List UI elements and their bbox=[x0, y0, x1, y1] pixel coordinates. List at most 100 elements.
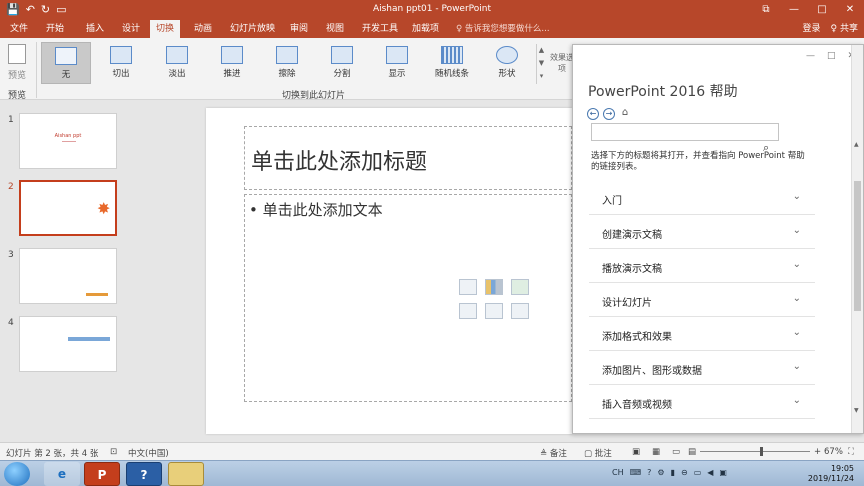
transition-push[interactable]: 推进 bbox=[207, 42, 257, 84]
tab-review[interactable]: 审阅 bbox=[284, 20, 314, 38]
slideshow-icon[interactable]: ▤ bbox=[688, 447, 696, 457]
help-tray-icon[interactable]: ? bbox=[647, 468, 651, 477]
help-topic-list: 入门 ⌄ 创建演示文稿 ⌄ 播放演示文稿 ⌄ 设计幻灯片 ⌄ 添加格式和效果 ⌄ 添加图片… bbox=[589, 181, 815, 419]
maximize-button[interactable]: □ bbox=[808, 0, 836, 20]
help-minimize-button[interactable]: — bbox=[806, 51, 815, 61]
scroll-down-icon[interactable]: ▼ bbox=[854, 407, 859, 414]
tab-transitions[interactable]: 切换 bbox=[150, 20, 181, 38]
network-icon[interactable]: ▮ bbox=[671, 468, 675, 477]
tab-animations[interactable]: 动画 bbox=[188, 20, 218, 38]
back-arrow-icon[interactable]: ← bbox=[587, 108, 599, 120]
chevron-down-icon: ⌄ bbox=[792, 191, 801, 202]
display-icon[interactable]: ▣ bbox=[719, 468, 727, 477]
transition-fade[interactable]: 淡出 bbox=[152, 42, 202, 84]
transition-random-bars[interactable]: 随机线条 bbox=[427, 42, 477, 84]
tab-addins[interactable]: 加载项 bbox=[406, 20, 445, 38]
slide-card[interactable]: Aishan ppt bbox=[19, 113, 117, 169]
file-explorer-icon[interactable] bbox=[168, 462, 204, 486]
zoom-slider[interactable] bbox=[700, 451, 810, 452]
help-topic-item[interactable]: 设计幻灯片 ⌄ bbox=[589, 283, 815, 317]
tab-design[interactable]: 设计 bbox=[116, 20, 146, 38]
keyboard-icon[interactable]: ⌨ bbox=[630, 468, 642, 477]
input-language-indicator[interactable]: CH bbox=[612, 468, 624, 477]
language-indicator[interactable]: 中文(中国) bbox=[128, 447, 169, 459]
help-search-input[interactable] bbox=[591, 123, 779, 141]
insert-picture-icon[interactable] bbox=[459, 303, 477, 319]
scroll-up-icon[interactable]: ▲ bbox=[854, 141, 859, 148]
transition-shape[interactable]: 形状 bbox=[482, 42, 532, 84]
volume-icon[interactable]: ◀ bbox=[707, 468, 713, 477]
tab-developer[interactable]: 开发工具 bbox=[356, 20, 404, 38]
transition-random-bars-icon bbox=[441, 46, 463, 64]
help-topic-item[interactable]: 播放演示文稿 ⌄ bbox=[589, 249, 815, 283]
reading-view-icon[interactable]: ▭ bbox=[672, 447, 680, 457]
help-taskbar-icon[interactable]: ? bbox=[126, 462, 162, 486]
internet-explorer-icon[interactable]: e bbox=[44, 462, 80, 486]
slide-canvas[interactable]: 单击此处添加标题 • 单击此处添加文本 bbox=[206, 108, 572, 434]
minimize-button[interactable]: — bbox=[780, 0, 808, 20]
insert-online-picture-icon[interactable] bbox=[485, 303, 503, 319]
insert-smartart-icon[interactable] bbox=[511, 279, 529, 295]
stop-icon[interactable]: ⊖ bbox=[681, 468, 688, 477]
help-topic-item[interactable]: 入门 ⌄ bbox=[589, 181, 815, 215]
spellcheck-icon[interactable]: ⊡ bbox=[110, 447, 117, 457]
transition-wipe[interactable]: 擦除 bbox=[262, 42, 312, 84]
transition-reveal-icon bbox=[386, 46, 408, 64]
powerpoint-taskbar-icon[interactable]: P bbox=[84, 462, 120, 486]
slide-card[interactable]: ✸ bbox=[19, 180, 117, 236]
preview-button[interactable]: 预览 bbox=[4, 44, 30, 81]
transition-cut[interactable]: 切出 bbox=[96, 42, 146, 84]
tab-file[interactable]: 文件 bbox=[4, 20, 34, 38]
help-topic-item[interactable]: 创建演示文稿 ⌄ bbox=[589, 215, 815, 249]
screen-icon[interactable]: ▭ bbox=[694, 468, 702, 477]
slide-thumbnail-2[interactable]: 2 ✸ bbox=[0, 180, 126, 240]
effect-options-button[interactable]: 效果选项 bbox=[550, 52, 574, 74]
content-placeholder[interactable]: • 单击此处添加文本 bbox=[244, 194, 572, 402]
ribbon-display-icon[interactable]: ⧉ bbox=[752, 0, 780, 20]
settings-tray-icon[interactable]: ⚙ bbox=[657, 468, 664, 477]
tab-home[interactable]: 开始 bbox=[40, 20, 70, 38]
help-maximize-button[interactable]: □ bbox=[827, 51, 836, 61]
tell-me-search[interactable]: ♀ 告诉我您想要做什么... bbox=[456, 20, 550, 38]
start-button[interactable] bbox=[4, 462, 30, 486]
transition-split[interactable]: 分割 bbox=[317, 42, 367, 84]
help-scrollbar[interactable]: ▲ ▼ bbox=[851, 45, 863, 433]
slide-sorter-icon[interactable]: ▦ bbox=[652, 447, 660, 457]
chevron-down-icon: ⌄ bbox=[792, 259, 801, 270]
home-icon[interactable]: ⌂ bbox=[619, 108, 631, 120]
fit-window-icon[interactable]: ⛶ bbox=[848, 447, 854, 457]
help-topic-item[interactable]: 添加格式和效果 ⌄ bbox=[589, 317, 815, 351]
scroll-thumb[interactable] bbox=[854, 181, 861, 311]
transition-reveal[interactable]: 显示 bbox=[372, 42, 422, 84]
slide-card[interactable] bbox=[19, 316, 117, 372]
normal-view-icon[interactable]: ▣ bbox=[632, 447, 640, 457]
slide-thumbnail-4[interactable]: 4 bbox=[0, 316, 126, 376]
transition-none[interactable]: 无 bbox=[41, 42, 91, 84]
help-topic-item[interactable]: 添加图片、图形或数据 ⌄ bbox=[589, 351, 815, 385]
slide-thumbnail-1[interactable]: 1 Aishan ppt bbox=[0, 113, 126, 173]
forward-arrow-icon[interactable]: → bbox=[603, 108, 615, 120]
zoom-in-button[interactable]: + bbox=[814, 447, 821, 457]
insert-chart-icon[interactable] bbox=[485, 279, 503, 295]
slide-card[interactable] bbox=[19, 248, 117, 304]
comments-button[interactable]: ▢ 批注 bbox=[584, 447, 612, 459]
close-button[interactable]: ✕ bbox=[836, 0, 864, 20]
tab-view[interactable]: 视图 bbox=[320, 20, 350, 38]
notes-button[interactable]: ≜ 备注 bbox=[540, 447, 567, 459]
tab-insert[interactable]: 插入 bbox=[80, 20, 110, 38]
title-placeholder[interactable]: 单击此处添加标题 bbox=[244, 126, 572, 190]
slide-thumbnail-3[interactable]: 3 bbox=[0, 248, 126, 308]
zoom-slider-thumb[interactable] bbox=[760, 447, 763, 456]
share-button[interactable]: ♀ 共享 bbox=[831, 20, 858, 38]
zoom-level[interactable]: 67% bbox=[824, 447, 843, 457]
ribbon-tabs: 文件 开始 插入 设计 切换 动画 幻灯片放映 审阅 视图 开发工具 加载项 ♀… bbox=[0, 20, 864, 38]
gallery-scroll[interactable]: ▲ ▼ ▾ bbox=[536, 44, 546, 84]
clock[interactable]: 19:05 2019/11/24 bbox=[808, 464, 854, 484]
help-topic-item[interactable]: 插入音频或视频 ⌄ bbox=[589, 385, 815, 419]
signin-link[interactable]: 登录 bbox=[803, 20, 821, 38]
insert-video-icon[interactable] bbox=[511, 303, 529, 319]
slide-thumbnail-panel: 1 Aishan ppt 2 ✸ 3 4 bbox=[0, 100, 126, 442]
tab-slideshow[interactable]: 幻灯片放映 bbox=[224, 20, 281, 38]
slide-counter: 幻灯片 第 2 张，共 4 张 bbox=[6, 449, 99, 459]
insert-table-icon[interactable] bbox=[459, 279, 477, 295]
